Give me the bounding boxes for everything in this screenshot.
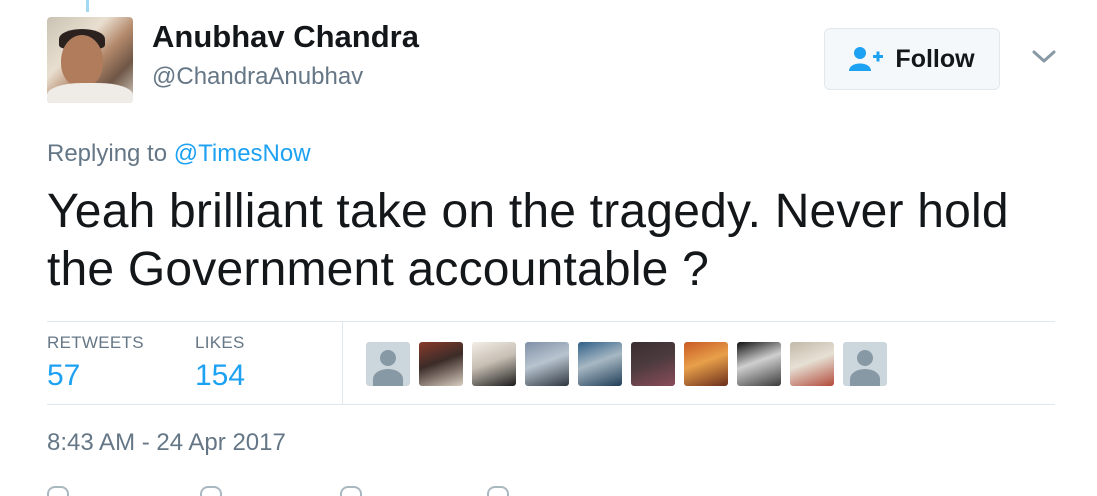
author-avatar[interactable] (47, 17, 133, 103)
add-user-icon (849, 47, 884, 71)
liker-avatar[interactable] (472, 342, 516, 386)
retweet-icon[interactable] (200, 486, 222, 496)
retweets-count: 57 (47, 359, 81, 392)
liker-avatars (366, 342, 887, 386)
liker-avatar[interactable] (631, 342, 675, 386)
default-avatar-icon[interactable] (366, 342, 410, 386)
action-bar (0, 486, 1097, 496)
message-icon[interactable] (487, 486, 509, 496)
retweets-label: RETWEETS (47, 333, 144, 352)
liker-avatar[interactable] (525, 342, 569, 386)
tweet-text: Yeah brilliant take on the tragedy. Neve… (47, 185, 1009, 296)
likes-label: LIKES (195, 333, 245, 352)
follow-button[interactable]: Follow (824, 28, 1000, 90)
replying-to-prefix: Replying to (47, 140, 174, 167)
liker-avatar[interactable] (684, 342, 728, 386)
retweets-stat[interactable]: RETWEETS 57 (47, 333, 144, 393)
likes-count: 154 (195, 359, 246, 392)
reply-icon[interactable] (47, 486, 69, 496)
default-avatar-icon[interactable] (843, 342, 887, 386)
liker-avatar[interactable] (419, 342, 463, 386)
stats-divider (342, 322, 343, 404)
liker-avatar[interactable] (578, 342, 622, 386)
liker-avatar[interactable] (737, 342, 781, 386)
like-icon[interactable] (340, 486, 362, 496)
author-handle[interactable]: @ChandraAnubhav (152, 63, 363, 91)
divider-top (47, 321, 1055, 322)
author-name[interactable]: Anubhav Chandra (152, 19, 419, 55)
tweet-timestamp[interactable]: 8:43 AM - 24 Apr 2017 (47, 429, 286, 457)
avatar-shirt (47, 83, 133, 103)
divider-bottom (47, 404, 1055, 405)
follow-button-label: Follow (895, 44, 975, 73)
likes-stat[interactable]: LIKES 154 (195, 333, 245, 393)
replying-to: Replying to @TimesNow (47, 140, 311, 168)
mention-link[interactable]: @TimesNow (174, 140, 311, 167)
liker-avatar[interactable] (790, 342, 834, 386)
thread-connector (86, 0, 89, 12)
avatar-face (61, 35, 103, 87)
chevron-down-icon[interactable] (1030, 44, 1058, 68)
